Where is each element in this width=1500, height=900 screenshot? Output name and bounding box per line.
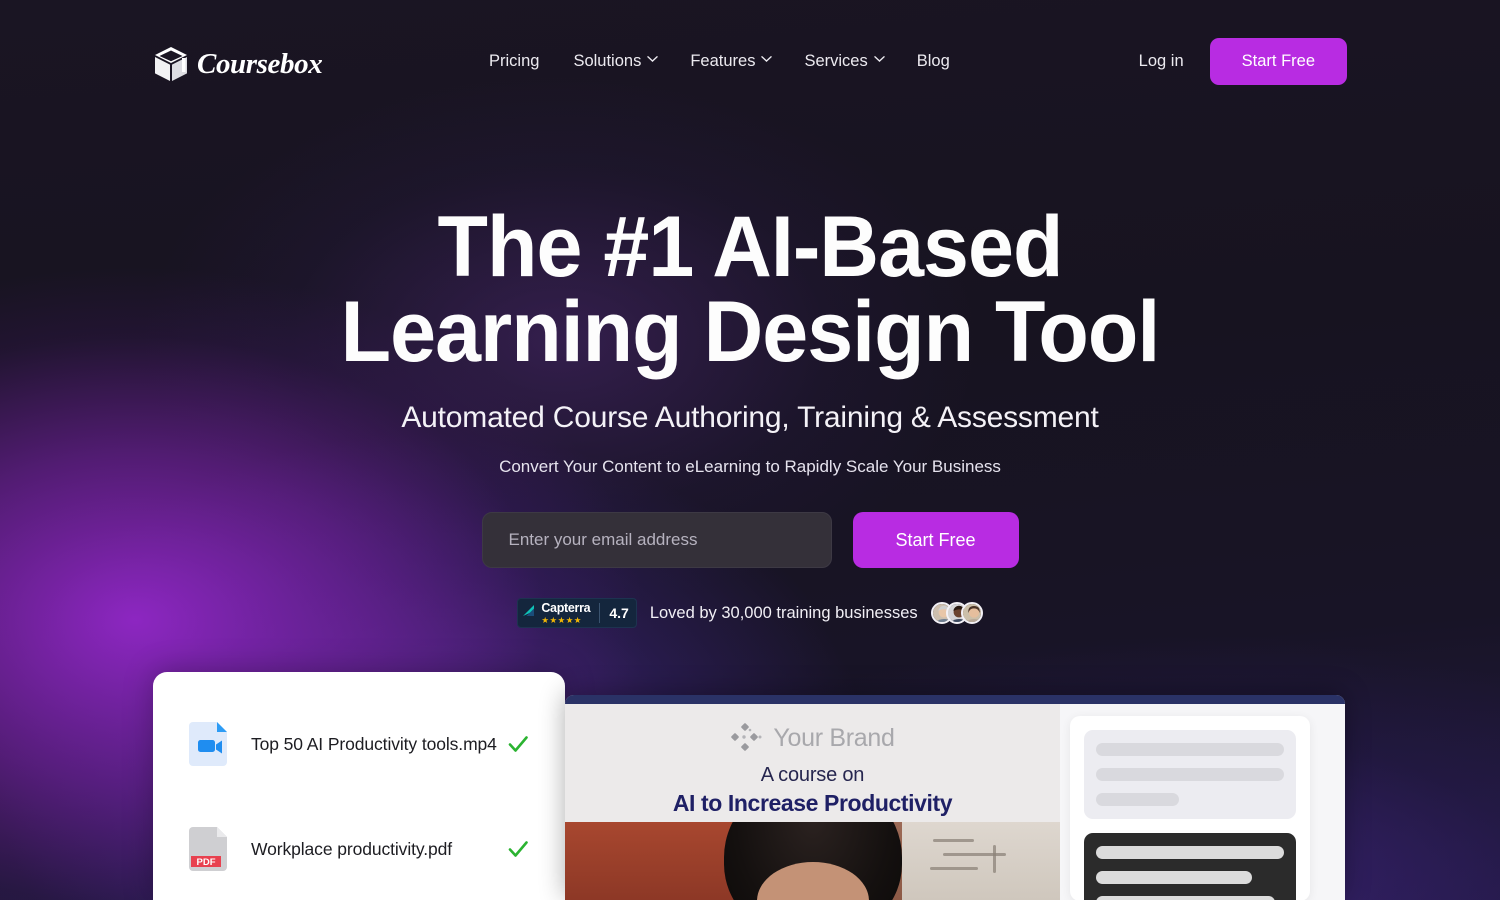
logo[interactable]: Coursebox [152, 44, 323, 84]
social-proof: Capterra ★★★★★ 4.7 Loved by 30,000 train… [0, 598, 1500, 628]
headline-line-2: Learning Design Tool [340, 284, 1161, 381]
nav-item-solutions[interactable]: Solutions [573, 52, 659, 71]
content-card [1070, 716, 1310, 900]
nav-item-blog[interactable]: Blog [917, 52, 950, 71]
email-input[interactable] [481, 512, 832, 568]
skeleton-block-dark [1084, 833, 1296, 900]
capterra-info: Capterra ★★★★★ [541, 602, 590, 624]
divider [599, 603, 601, 623]
nav-item-pricing[interactable]: Pricing [489, 52, 539, 71]
nav-item-features[interactable]: Features [690, 52, 773, 71]
course-prefix: A course on [760, 764, 865, 786]
course-preview: Your Brand A course on AI to Increase Pr… [565, 704, 1060, 900]
course-sidebar [1060, 704, 1345, 900]
diamond-dots-icon [730, 721, 764, 755]
hero-tagline: Convert Your Content to eLearning to Rap… [499, 457, 1001, 476]
course-title: AI to Increase Productivity [672, 790, 953, 816]
chevron-down-icon [647, 55, 659, 64]
signup-form: Start Free [0, 512, 1500, 568]
landing-page: Coursebox Pricing Solutions Features Ser… [0, 0, 1500, 900]
photo-whiteboard [901, 822, 1060, 900]
nav-item-services[interactable]: Services [804, 52, 885, 71]
capterra-badge[interactable]: Capterra ★★★★★ 4.7 [517, 598, 637, 628]
nav-label: Solutions [573, 52, 642, 70]
file-upload-card: Top 50 AI Productivity tools.mp4 PDF Wor… [153, 672, 565, 900]
nav-label: Blog [916, 52, 950, 70]
capterra-name: Capterra [541, 601, 591, 615]
instructor-photo [565, 822, 1060, 900]
logo-text: Coursebox [197, 47, 323, 80]
brand-label: Your Brand [773, 723, 895, 752]
main-nav: Pricing Solutions Features Services Blog [489, 52, 950, 71]
chevron-down-icon [761, 55, 773, 64]
window-titlebar [565, 695, 1345, 704]
login-link[interactable]: Log in [1139, 52, 1184, 71]
file-name: Workplace productivity.pdf [251, 838, 453, 859]
site-header: Coursebox Pricing Solutions Features Ser… [0, 0, 1500, 128]
check-icon [507, 838, 529, 860]
pdf-file-icon: PDF [185, 823, 233, 875]
list-item[interactable]: PDF Workplace productivity.pdf [153, 813, 565, 885]
capterra-logo-icon [523, 604, 535, 616]
brand-line: Your Brand [565, 704, 1060, 755]
svg-text:PDF: PDF [197, 857, 216, 868]
loved-by-text: Loved by 30,000 training businesses [649, 603, 918, 622]
nav-label: Pricing [489, 52, 540, 70]
start-free-button-hero[interactable]: Start Free [852, 512, 1019, 568]
window-body: Your Brand A course on AI to Increase Pr… [565, 704, 1345, 900]
capterra-score: 4.7 [609, 605, 629, 621]
person-silhouette [723, 822, 902, 900]
video-file-icon [185, 718, 233, 770]
page-title: The #1 AI-Based Learning Design Tool [30, 204, 1470, 375]
list-item[interactable]: Top 50 AI Productivity tools.mp4 [153, 708, 565, 780]
avatar-group [930, 602, 983, 624]
start-free-button-header[interactable]: Start Free [1209, 38, 1347, 85]
avatar [960, 602, 983, 624]
check-icon [507, 733, 529, 755]
skeleton-block-light [1084, 730, 1296, 819]
course-preview-window: Your Brand A course on AI to Increase Pr… [565, 695, 1345, 900]
file-name: Top 50 AI Productivity tools.mp4 [251, 733, 497, 754]
nav-label: Services [804, 52, 868, 70]
box-cube-icon [152, 44, 190, 84]
chevron-down-icon [873, 55, 885, 64]
hero-subtitle: Automated Course Authoring, Training & A… [401, 401, 1099, 434]
product-mockup: Top 50 AI Productivity tools.mp4 PDF Wor… [0, 668, 1500, 900]
header-actions: Log in Start Free [1139, 38, 1347, 85]
nav-label: Features [690, 52, 756, 70]
capterra-stars: ★★★★★ [541, 614, 582, 625]
headline-line-1: The #1 AI-Based [437, 199, 1064, 295]
